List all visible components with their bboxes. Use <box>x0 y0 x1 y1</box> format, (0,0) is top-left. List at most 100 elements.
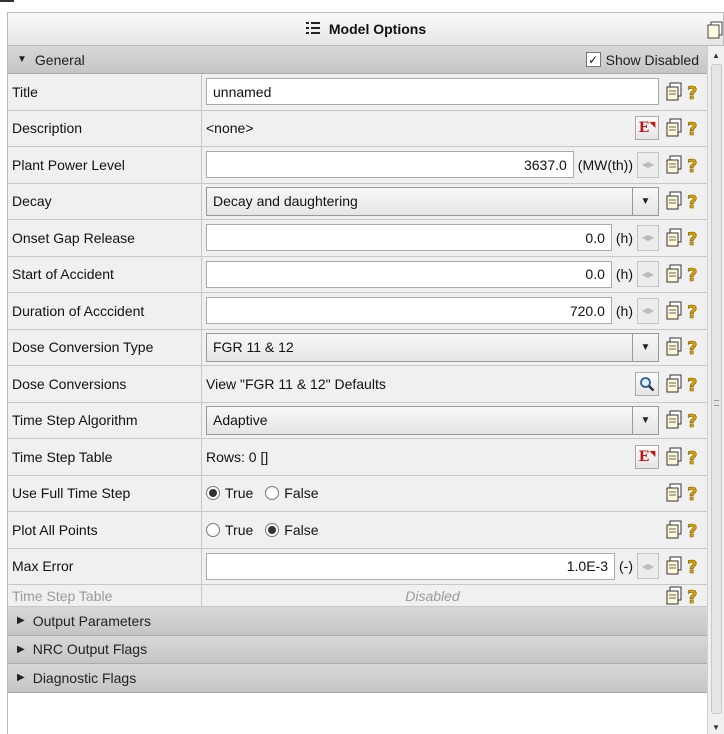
section-diagnostic-flags-header[interactable]: ▶ Diagnostic Flags <box>8 664 707 693</box>
chevron-down-icon[interactable]: ▼ <box>632 187 658 215</box>
help-icon[interactable]: ? <box>686 556 700 576</box>
row-value: 0.0 (h) ◀▶ <box>202 220 663 256</box>
show-disabled-toggle[interactable]: ✓ Show Disabled <box>585 52 707 68</box>
help-icon[interactable]: ? <box>686 410 700 430</box>
edit-icon[interactable]: E ◥ <box>635 444 659 469</box>
help-icon[interactable]: ? <box>686 447 700 467</box>
svg-text:?: ? <box>687 484 697 503</box>
decay-select[interactable]: Decay and daughtering ▼ <box>206 186 659 216</box>
row-value: unnamed <box>202 74 663 110</box>
copy-doc-icon[interactable] <box>665 374 683 394</box>
spinner-icon[interactable]: ◀▶ <box>637 297 659 324</box>
row-actions: ? <box>663 512 707 548</box>
help-icon[interactable]: ? <box>686 374 700 394</box>
spinner-icon[interactable]: ◀▶ <box>637 553 659 580</box>
svg-text:?: ? <box>687 229 697 248</box>
search-icon[interactable] <box>635 371 659 396</box>
help-icon[interactable]: ? <box>686 191 700 211</box>
row-actions: ? <box>663 111 707 147</box>
use-full-time-step-true-option[interactable]: True <box>206 485 253 501</box>
spinner-icon[interactable]: ◀▶ <box>637 261 659 288</box>
help-icon[interactable]: ? <box>686 228 700 248</box>
time-step-algorithm-selected-value: Adaptive <box>213 412 268 429</box>
help-icon[interactable]: ? <box>686 264 700 284</box>
section-general-header[interactable]: ▼ General ✓ Show Disabled <box>8 46 707 74</box>
copy-doc-icon[interactable] <box>665 191 683 211</box>
help-icon[interactable]: ? <box>686 520 700 540</box>
scrollbar-grip-icon <box>714 400 719 406</box>
panel-title: Model Options <box>328 21 427 37</box>
time-step-table-value: Rows: 0 [] <box>206 448 269 465</box>
help-icon[interactable]: ? <box>686 118 700 138</box>
collapsed-triangle-icon: ▶ <box>17 672 25 684</box>
spinner-icon[interactable]: ◀▶ <box>637 224 659 251</box>
row-use-full-time-step: Use Full Time Step True False ? <box>8 475 707 512</box>
radio-true-label: True <box>225 521 254 538</box>
radio-false-label: False <box>284 521 319 538</box>
copy-doc-icon[interactable] <box>665 337 683 357</box>
copy-doc-icon[interactable] <box>665 586 683 606</box>
duration-of-accident-input[interactable]: 720.0 <box>206 297 612 325</box>
chevron-down-icon[interactable]: ▼ <box>632 333 658 361</box>
section-output-parameters-label: Output Parameters <box>32 612 151 629</box>
copy-doc-icon[interactable] <box>665 410 683 430</box>
use-full-time-step-false-option[interactable]: False <box>265 485 319 501</box>
row-value: <none> E ◥ <box>202 111 663 147</box>
help-icon[interactable]: ? <box>686 483 700 503</box>
copy-doc-icon[interactable] <box>665 447 683 467</box>
row-onset-gap-release: Onset Gap Release 0.0 (h) ◀▶ ? <box>8 220 707 257</box>
row-actions: ? <box>663 585 707 606</box>
copy-doc-icon[interactable] <box>665 118 683 138</box>
row-label: Dose Conversions <box>8 366 202 402</box>
show-disabled-checkbox[interactable]: ✓ <box>585 52 601 67</box>
start-of-accident-input[interactable]: 0.0 <box>206 260 612 288</box>
max-error-input[interactable]: 1.0E-3 <box>206 552 615 580</box>
scroll-up-arrow-icon[interactable]: ▲ <box>708 48 724 62</box>
copy-doc-icon[interactable] <box>665 264 683 284</box>
section-nrc-output-flags-label: NRC Output Flags <box>32 641 148 658</box>
section-nrc-output-flags-header[interactable]: ▶ NRC Output Flags <box>8 635 707 664</box>
row-duration-of-accident: Duration of Acccident 720.0 (h) ◀▶ ? <box>8 293 707 330</box>
copy-doc-icon[interactable] <box>665 82 683 102</box>
radio-true[interactable] <box>206 486 220 501</box>
undock-icon[interactable] <box>707 21 723 42</box>
dose-conversion-type-select[interactable]: FGR 11 & 12 ▼ <box>206 332 659 362</box>
section-output-parameters-header[interactable]: ▶ Output Parameters <box>8 607 707 636</box>
radio-false[interactable] <box>265 486 280 501</box>
edit-icon[interactable]: E ◥ <box>635 116 659 141</box>
row-value: View "FGR 11 & 12" Defaults <box>202 366 663 402</box>
spinner-icon[interactable]: ◀▶ <box>637 151 659 178</box>
copy-doc-icon[interactable] <box>665 228 683 248</box>
help-icon[interactable]: ? <box>686 301 700 321</box>
radio-true[interactable] <box>206 522 220 537</box>
row-dose-conversion-type: Dose Conversion Type FGR 11 & 12 ▼ ? <box>8 329 707 366</box>
model-options-panel: ▼ General ✓ Show Disabled Title unnamed … <box>7 46 707 734</box>
chevron-down-icon[interactable]: ▼ <box>632 406 658 434</box>
time-step-algorithm-select[interactable]: Adaptive ▼ <box>206 405 659 435</box>
copy-doc-icon[interactable] <box>665 483 683 503</box>
svg-text:?: ? <box>687 192 697 211</box>
row-label: Start of Accident <box>8 256 202 292</box>
svg-text:?: ? <box>687 119 697 138</box>
row-value: Decay and daughtering ▼ <box>202 184 663 220</box>
help-icon[interactable]: ? <box>686 155 700 175</box>
help-icon[interactable]: ? <box>686 82 700 102</box>
plot-all-points-true-option[interactable]: True <box>206 522 253 538</box>
radio-false[interactable] <box>265 522 280 537</box>
copy-doc-icon[interactable] <box>665 301 683 321</box>
help-icon[interactable]: ? <box>686 586 700 606</box>
copy-doc-icon[interactable] <box>665 520 683 540</box>
copy-doc-icon[interactable] <box>665 155 683 175</box>
scroll-down-arrow-icon[interactable]: ▼ <box>708 720 724 734</box>
help-icon[interactable]: ? <box>686 337 700 357</box>
onset-gap-release-input[interactable]: 0.0 <box>206 224 612 252</box>
scrollbar-thumb[interactable] <box>711 64 722 714</box>
row-label: Title <box>8 74 202 110</box>
plot-all-points-false-option[interactable]: False <box>265 521 319 538</box>
title-input[interactable]: unnamed <box>206 78 659 106</box>
row-description: Description <none> E ◥ ? <box>8 110 707 147</box>
unit-label: (-) <box>619 558 633 575</box>
vertical-scrollbar[interactable]: ▲ ▼ <box>707 46 724 734</box>
plant-power-level-input[interactable]: 3637.0 <box>206 151 574 179</box>
copy-doc-icon[interactable] <box>665 556 683 576</box>
